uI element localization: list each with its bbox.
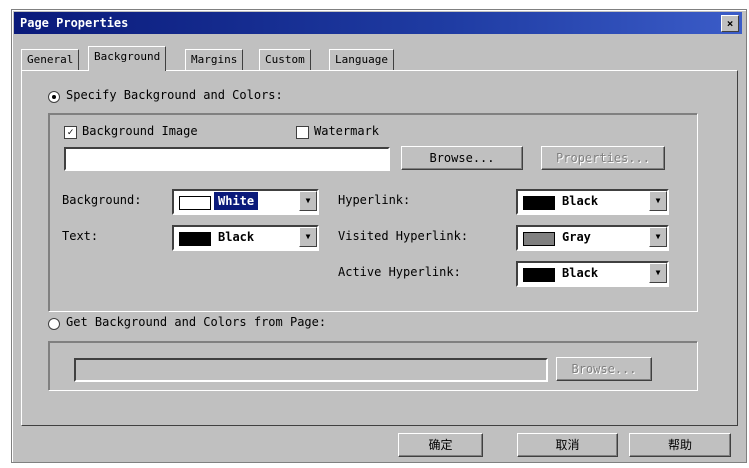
active-hyperlink-swatch — [523, 268, 555, 282]
cancel-button[interactable]: 取消 — [517, 433, 618, 457]
background-color-label: Background: — [62, 193, 142, 207]
tab-margins[interactable]: Margins — [185, 49, 244, 71]
get-from-page-label: Get Background and Colors from Page: — [66, 315, 327, 329]
background-tab-panel: Specify Background and Colors: ✓ Backgro… — [21, 70, 738, 426]
background-image-checkbox[interactable]: ✓ — [64, 126, 77, 139]
help-button[interactable]: 帮助 — [629, 433, 731, 457]
get-from-page-browse-button[interactable]: Browse... — [556, 357, 652, 381]
background-color-select[interactable]: White ▼ — [172, 189, 319, 215]
chevron-down-icon[interactable]: ▼ — [299, 191, 317, 211]
ok-button[interactable]: 确定 — [398, 433, 483, 457]
active-hyperlink-label: Active Hyperlink: — [338, 265, 461, 279]
tab-custom[interactable]: Custom — [259, 49, 311, 71]
hyperlink-color-select[interactable]: Black ▼ — [516, 189, 669, 215]
tab-general[interactable]: General — [21, 49, 80, 71]
background-image-path-input[interactable] — [64, 147, 390, 171]
properties-button[interactable]: Properties... — [541, 146, 665, 170]
tab-language[interactable]: Language — [329, 49, 394, 71]
dialog-title: Page Properties — [20, 16, 129, 30]
watermark-checkbox[interactable] — [296, 126, 309, 139]
browse-button[interactable]: Browse... — [401, 146, 523, 170]
background-color-swatch — [179, 196, 211, 210]
text-color-swatch — [179, 232, 211, 246]
chevron-down-icon[interactable]: ▼ — [649, 263, 667, 283]
hyperlink-color-label: Hyperlink: — [338, 193, 411, 207]
background-color-value: White — [214, 192, 259, 210]
chevron-down-icon[interactable]: ▼ — [649, 227, 667, 247]
hyperlink-color-swatch — [523, 196, 555, 210]
tab-background[interactable]: Background — [88, 46, 167, 71]
specify-colors-label: Specify Background and Colors: — [66, 88, 283, 102]
watermark-label: Watermark — [314, 124, 380, 138]
chevron-down-icon[interactable]: ▼ — [649, 191, 667, 211]
chevron-down-icon[interactable]: ▼ — [299, 227, 317, 247]
text-color-value: Black — [218, 230, 255, 244]
text-color-select[interactable]: Black ▼ — [172, 225, 319, 251]
active-hyperlink-value: Black — [562, 266, 599, 280]
visited-hyperlink-label: Visited Hyperlink: — [338, 229, 469, 243]
get-from-page-path-input[interactable] — [74, 358, 548, 382]
visited-hyperlink-value: Gray — [562, 230, 591, 244]
text-color-label: Text: — [62, 229, 99, 243]
title-bar: Page Properties × — [14, 12, 742, 34]
page-properties-dialog: Page Properties × General Background Mar… — [11, 9, 747, 463]
visited-hyperlink-swatch — [523, 232, 555, 246]
specify-colors-radio[interactable] — [48, 91, 60, 103]
hyperlink-color-value: Black — [562, 194, 599, 208]
active-hyperlink-select[interactable]: Black ▼ — [516, 261, 669, 287]
background-image-label: Background Image — [82, 124, 198, 138]
close-button[interactable]: × — [721, 15, 739, 32]
visited-hyperlink-select[interactable]: Gray ▼ — [516, 225, 669, 251]
get-from-page-radio[interactable] — [48, 318, 60, 330]
